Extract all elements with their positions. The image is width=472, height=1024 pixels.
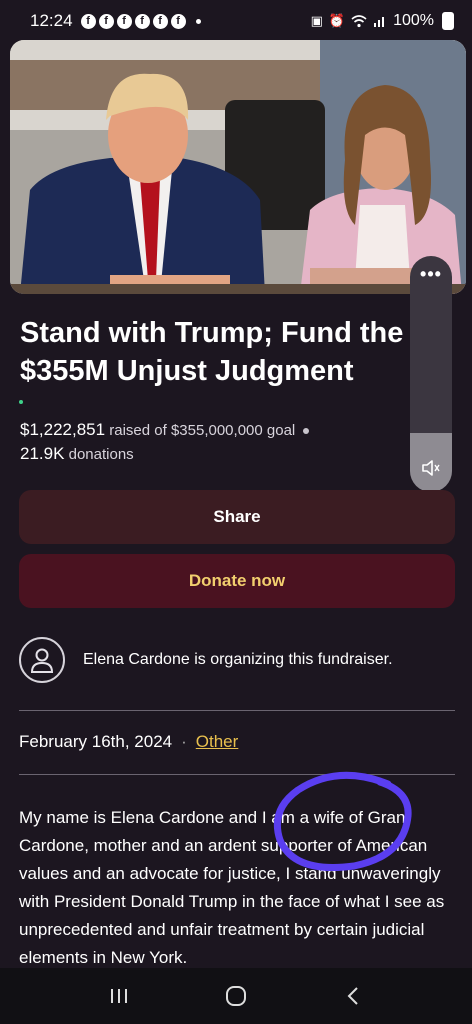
facebook-icon: f xyxy=(116,13,132,29)
alarm-icon: ⏰ xyxy=(328,13,346,28)
progress-bar xyxy=(19,400,23,404)
donate-button[interactable]: Donate now xyxy=(19,554,455,608)
facebook-icon: f xyxy=(170,13,186,29)
facebook-icon: f xyxy=(80,13,96,29)
navigation-bar xyxy=(0,968,472,1024)
raised-amount: $1,222,851 xyxy=(20,420,106,439)
campaign-image xyxy=(10,40,466,294)
volume-menu-button[interactable]: ••• xyxy=(410,264,452,285)
divider xyxy=(19,710,455,711)
person-icon xyxy=(19,637,65,683)
facebook-icon: f xyxy=(98,13,114,29)
goal-text: raised of $355,000,000 goal xyxy=(109,422,296,439)
battery-icon xyxy=(442,12,454,30)
wifi-icon xyxy=(351,15,367,28)
back-icon[interactable] xyxy=(333,976,373,1016)
facebook-icon: f xyxy=(134,13,150,29)
battery-text: 100% xyxy=(393,12,434,29)
status-time: 12:24 xyxy=(30,11,73,30)
campaign-title: Stand with Trump; Fund the $355M Unjust … xyxy=(20,314,420,390)
campaign-story: My name is Elena Cardone and I am a wife… xyxy=(19,808,445,966)
campaign-date: February 16th, 2024 xyxy=(19,732,173,751)
system-status: ▣ ⏰ 100% xyxy=(311,12,454,30)
facebook-icon: f xyxy=(152,13,168,29)
signal-icon xyxy=(374,17,385,27)
category-link[interactable]: Other xyxy=(196,732,239,752)
share-button[interactable]: Share xyxy=(19,490,455,544)
title-line-2: $355M Unjust Judgment xyxy=(20,355,354,387)
speaker-icon[interactable] xyxy=(410,459,452,482)
divider xyxy=(19,774,455,775)
organizer-row[interactable]: Elena Cardone is organizing this fundrai… xyxy=(19,636,459,684)
more-notifications-dot xyxy=(195,18,201,24)
fundraising-stats: $1,222,851 raised of $355,000,000 goal 2… xyxy=(20,420,410,464)
donations-label: donations xyxy=(68,446,134,463)
donations-count: 21.9K xyxy=(20,444,65,463)
meta-separator: · xyxy=(181,732,187,751)
title-line-1: Stand with Trump; Fund the xyxy=(20,317,404,349)
recent-apps-icon[interactable] xyxy=(99,976,139,1016)
home-icon[interactable] xyxy=(216,976,256,1016)
separator-dot xyxy=(303,428,310,435)
organizer-text: Elena Cardone is organizing this fundrai… xyxy=(83,651,393,668)
notification-icons: f f f f f f xyxy=(80,13,186,29)
status-bar: 12:24 f f f f f f ▣ ⏰ 100% xyxy=(0,0,472,42)
nfc-icon: ▣ xyxy=(310,13,323,28)
campaign-meta: February 16th, 2024 · Other xyxy=(19,732,238,752)
